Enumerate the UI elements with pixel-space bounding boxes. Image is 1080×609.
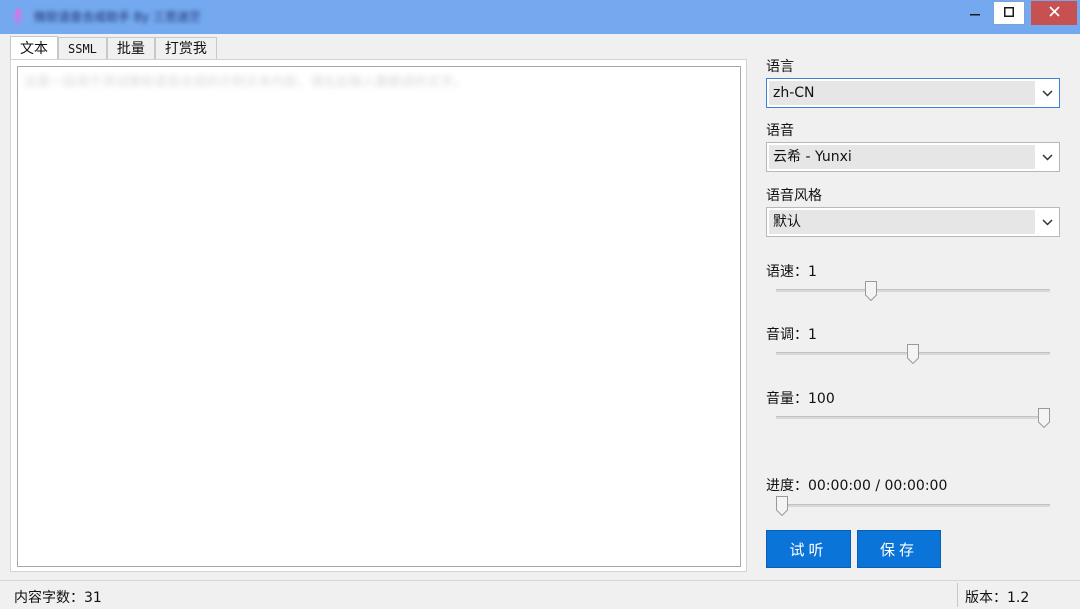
app-window: 微软语音合成助手 By 三思迷茫 文本 SSML 批量 打赏我 这是一段用于测试…: [0, 0, 1080, 609]
rate-label: 语速：1: [766, 264, 817, 280]
tab-batch[interactable]: 批量: [106, 37, 155, 59]
progress-slider[interactable]: [776, 496, 1050, 517]
style-label: 语音风格: [766, 188, 822, 204]
chevron-down-icon: [1039, 208, 1055, 236]
chevron-down-icon: [1039, 143, 1055, 171]
style-select[interactable]: 默认: [766, 207, 1060, 237]
close-button[interactable]: [1031, 1, 1077, 25]
style-value: 默认: [769, 210, 1035, 234]
tab-text[interactable]: 文本: [10, 36, 58, 60]
microphone-icon: [12, 7, 24, 25]
language-label: 语言: [766, 59, 794, 75]
pitch-slider-thumb[interactable]: [907, 344, 919, 365]
close-icon: [1048, 5, 1060, 21]
maximize-icon: [1004, 5, 1014, 21]
volume-slider[interactable]: [776, 408, 1050, 429]
tab-panel: 这是一段用于测试微软语音合成的示例文本内容，请在此输入要朗读的文字。: [10, 59, 747, 572]
title-bar[interactable]: 微软语音合成助手 By 三思迷茫: [0, 0, 1080, 34]
text-input-content: 这是一段用于测试微软语音合成的示例文本内容，请在此输入要朗读的文字。: [24, 75, 467, 90]
language-value: zh-CN: [769, 81, 1035, 105]
volume-track: [776, 416, 1050, 419]
voice-label: 语音: [766, 123, 794, 139]
pitch-label: 音调：1: [766, 327, 817, 343]
tab-strip: 文本 SSML 批量 打赏我: [10, 36, 217, 60]
voice-select[interactable]: 云希 - Yunxi: [766, 142, 1060, 172]
language-select[interactable]: zh-CN: [766, 78, 1060, 108]
minimize-button[interactable]: [960, 0, 990, 26]
pitch-slider[interactable]: [776, 344, 1050, 365]
preview-button[interactable]: 试听: [766, 530, 851, 568]
char-count: 内容字数：31: [14, 590, 102, 606]
version-label: 版本：1.2: [965, 590, 1030, 606]
rate-slider-thumb[interactable]: [865, 281, 878, 302]
tab-ssml[interactable]: SSML: [58, 37, 107, 59]
volume-slider-thumb[interactable]: [1038, 408, 1050, 429]
progress-slider-thumb[interactable]: [776, 496, 788, 517]
maximize-button[interactable]: [993, 1, 1025, 25]
voice-value: 云希 - Yunxi: [769, 145, 1035, 169]
window-title: 微软语音合成助手 By 三思迷茫: [34, 10, 201, 24]
text-input[interactable]: 这是一段用于测试微软语音合成的示例文本内容，请在此输入要朗读的文字。: [17, 66, 741, 567]
status-divider: [957, 583, 958, 607]
tab-donate[interactable]: 打赏我: [154, 37, 217, 59]
save-button[interactable]: 保存: [857, 530, 941, 568]
minimize-icon: [970, 5, 980, 21]
volume-label: 音量：100: [766, 391, 835, 407]
progress-track: [776, 504, 1050, 507]
progress-label: 进度：00:00:00 / 00:00:00: [766, 478, 948, 494]
rate-slider[interactable]: [776, 281, 1050, 302]
rate-track: [776, 289, 1050, 292]
status-bar: 内容字数：31 版本：1.2: [0, 580, 1080, 609]
chevron-down-icon: [1039, 79, 1055, 107]
